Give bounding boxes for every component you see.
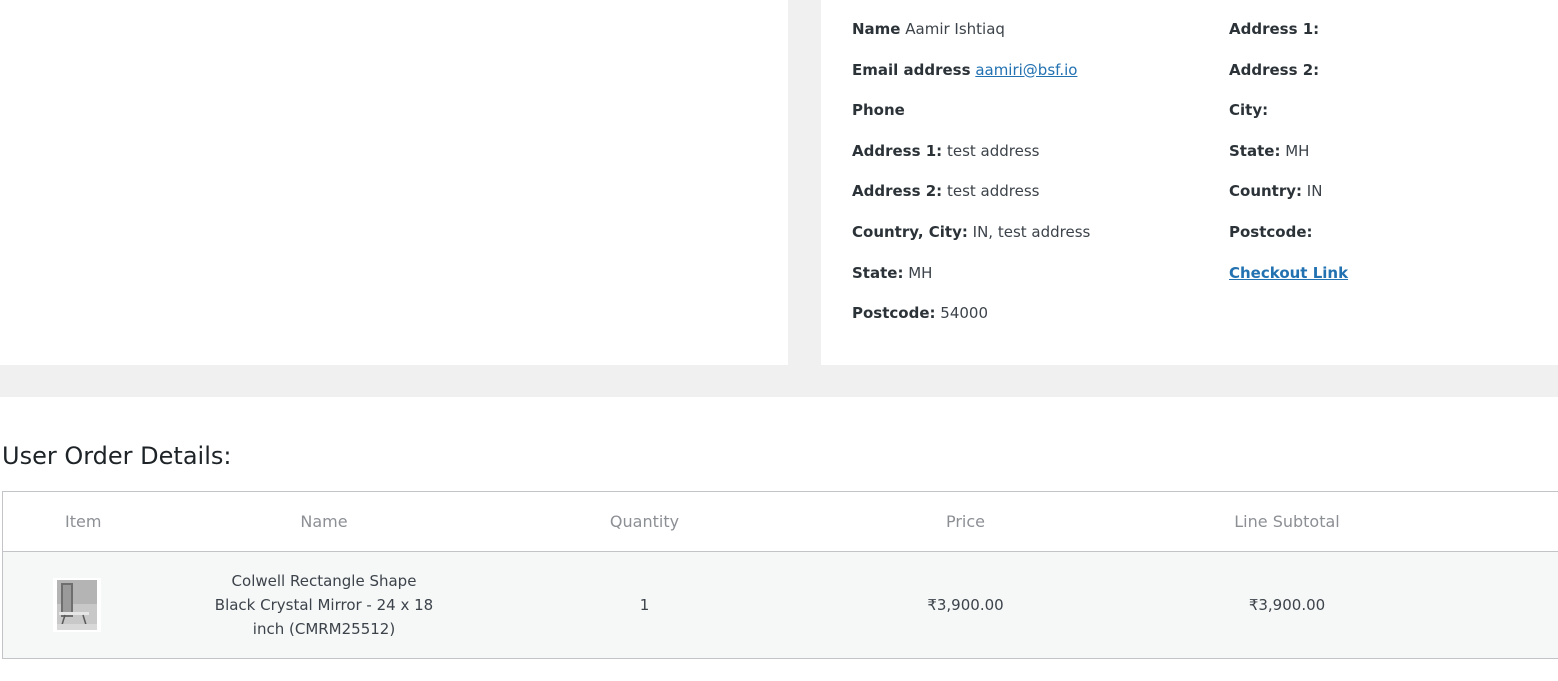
table-row: Colwell Rectangle Shape Black Crystal Mi… <box>2 551 1558 659</box>
order-table: Item Name Quantity Price Line Subtotal C… <box>2 491 1558 659</box>
address2-field: Address 2: test address <box>852 180 1090 221</box>
name-field: Name Aamir Ishtiaq <box>852 18 1090 59</box>
email-link[interactable]: aamiri@bsf.io <box>975 61 1077 79</box>
shipping-postcode-field: Postcode: <box>1229 221 1348 262</box>
checkout-link[interactable]: Checkout Link <box>1229 264 1348 282</box>
shipping-state-field: State: MH <box>1229 140 1348 181</box>
phone-label: Phone <box>852 101 905 120</box>
state-value: MH <box>908 263 933 282</box>
shipping-country-label: Country: <box>1229 182 1303 201</box>
shipping-column: Address 1: Address 2: City: State: MH Co… <box>1229 18 1348 302</box>
address1-value: test address <box>946 141 1040 160</box>
product-name-cell: Colwell Rectangle Shape Black Crystal Mi… <box>163 551 485 659</box>
column-header-line-subtotal: Line Subtotal <box>1126 491 1448 552</box>
customer-details-area: Name Aamir Ishtiaq Email address aamiri@… <box>0 0 1558 365</box>
checkout-link-field: Checkout Link <box>1229 262 1348 303</box>
shipping-address2-label: Address 2: <box>1229 60 1320 79</box>
product-name: Colwell Rectangle Shape Black Crystal Mi… <box>214 572 434 638</box>
order-details-title: User Order Details: <box>2 442 232 470</box>
address1-field: Address 1: test address <box>852 140 1090 181</box>
address2-value: test address <box>946 182 1040 201</box>
row-spacer-cell <box>1447 551 1558 659</box>
column-header-quantity: Quantity <box>484 491 805 552</box>
email-field: Email address aamiri@bsf.io <box>852 59 1090 100</box>
column-header-price: Price <box>804 491 1127 552</box>
shipping-address1-field: Address 1: <box>1229 18 1348 59</box>
country-city-field: Country, City: IN, test address <box>852 221 1090 262</box>
left-panel <box>0 0 788 365</box>
address2-label: Address 2: <box>852 182 943 201</box>
mirror-product-thumbnail-icon <box>53 578 101 632</box>
shipping-state-label: State: <box>1229 141 1281 160</box>
phone-field: Phone <box>852 99 1090 140</box>
country-city-label: Country, City: <box>852 222 968 241</box>
billing-column: Name Aamir Ishtiaq Email address aamiri@… <box>852 18 1090 343</box>
address1-label: Address 1: <box>852 141 943 160</box>
column-header-name: Name <box>163 491 485 552</box>
name-label: Name <box>852 20 901 38</box>
column-header-spacer <box>1447 491 1558 552</box>
postcode-label: Postcode: <box>852 304 936 323</box>
country-city-value: IN, test address <box>972 222 1091 241</box>
shipping-address1-label: Address 1: <box>1229 20 1320 38</box>
quantity-cell: 1 <box>484 551 805 659</box>
shipping-city-label: City: <box>1229 101 1269 120</box>
column-header-item: Item <box>2 491 164 552</box>
shipping-country-field: Country: IN <box>1229 180 1348 221</box>
shipping-city-field: City: <box>1229 99 1348 140</box>
shipping-address2-field: Address 2: <box>1229 59 1348 100</box>
email-label: Email address <box>852 60 971 79</box>
name-value: Aamir Ishtiaq <box>905 20 1005 38</box>
order-details-section: User Order Details: Item Name Quantity P… <box>0 397 1558 681</box>
customer-info-panel: Name Aamir Ishtiaq Email address aamiri@… <box>821 0 1558 365</box>
shipping-country-value: IN <box>1306 182 1323 201</box>
state-label: State: <box>852 263 904 282</box>
line-subtotal-cell: ₹3,900.00 <box>1126 551 1448 659</box>
shipping-postcode-label: Postcode: <box>1229 222 1313 241</box>
state-field: State: MH <box>852 262 1090 303</box>
postcode-field: Postcode: 54000 <box>852 302 1090 343</box>
order-table-header: Item Name Quantity Price Line Subtotal <box>2 491 1558 552</box>
item-cell <box>2 551 164 659</box>
postcode-value: 54000 <box>940 304 989 323</box>
price-cell: ₹3,900.00 <box>804 551 1127 659</box>
shipping-state-value: MH <box>1285 141 1310 160</box>
